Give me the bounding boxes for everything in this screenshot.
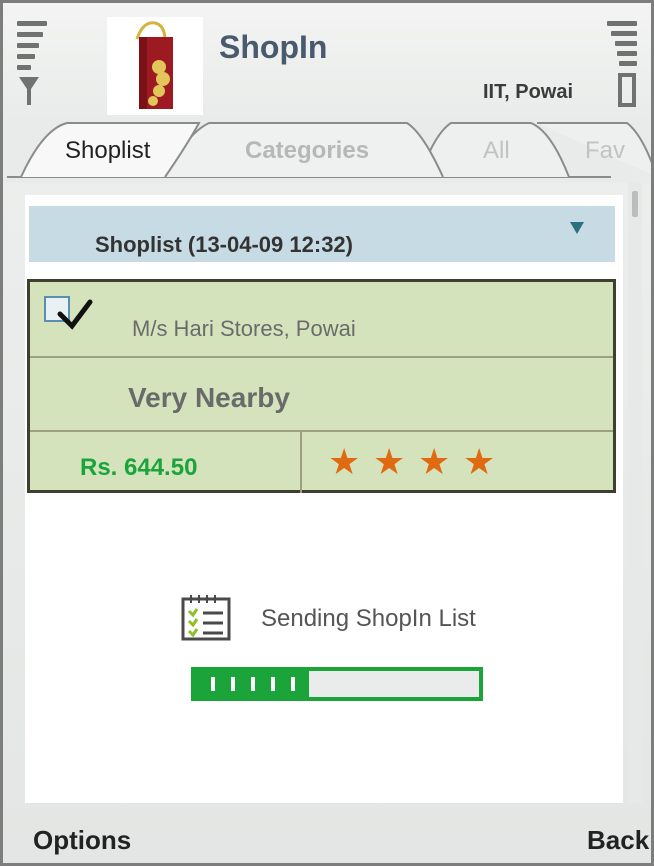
tab-all[interactable]: All	[483, 137, 510, 165]
rating-star-icon: ★	[328, 441, 361, 482]
price-label: Rs. 644.50	[80, 454, 198, 481]
tab-categories[interactable]: Categories	[245, 137, 369, 165]
distance-label: Very Nearby	[128, 382, 290, 413]
progress-fill	[195, 671, 309, 697]
progress-segment	[251, 677, 255, 691]
progress-segment	[211, 677, 215, 691]
progress-segment	[231, 677, 235, 691]
progress-segment	[271, 677, 275, 691]
rating-star-icon: ★	[463, 441, 496, 482]
rating-star-icon: ★	[373, 441, 406, 482]
shop-card[interactable]: M/s Hari Stores, Powai Very Nearby Rs. 6…	[27, 279, 616, 493]
card-divider	[30, 356, 613, 358]
scroll-thumb[interactable]	[632, 191, 638, 217]
rating-star-icon: ★	[418, 441, 451, 482]
shopping-bag-icon	[107, 17, 203, 115]
shop-name: M/s Hari Stores, Powai	[132, 316, 356, 341]
signal-strength-icon	[17, 21, 51, 107]
card-divider	[30, 430, 613, 432]
dropdown-triangle-icon[interactable]	[570, 222, 584, 234]
app-title: ShopIn	[219, 29, 328, 65]
tab-shoplist[interactable]: Shoplist	[65, 137, 150, 165]
checkmark-icon	[57, 299, 93, 330]
dropdown-label: Shoplist (13-04-09 12:32)	[95, 232, 353, 257]
battery-level-icon	[603, 21, 637, 107]
app-header: ShopIn IIT, Powai	[3, 3, 651, 115]
location-label: IIT, Powai	[483, 81, 574, 103]
sending-status-text: Sending ShopIn List	[261, 605, 476, 632]
options-softkey[interactable]: Options	[33, 825, 131, 856]
card-vertical-divider	[300, 432, 302, 493]
shoplist-dropdown[interactable]: Shoplist (13-04-09 12:32)	[29, 206, 615, 262]
phone-screen: ShopIn IIT, Powai Shoplist Categories Al…	[0, 0, 654, 866]
checklist-icon	[181, 595, 231, 641]
back-softkey[interactable]: Back	[587, 825, 649, 856]
send-progress-bar	[191, 667, 483, 701]
scrollbar[interactable]	[628, 183, 642, 803]
tab-fav[interactable]: Fav	[585, 137, 625, 165]
progress-segment	[291, 677, 295, 691]
tab-bar: Shoplist Categories All Fav	[3, 115, 651, 183]
